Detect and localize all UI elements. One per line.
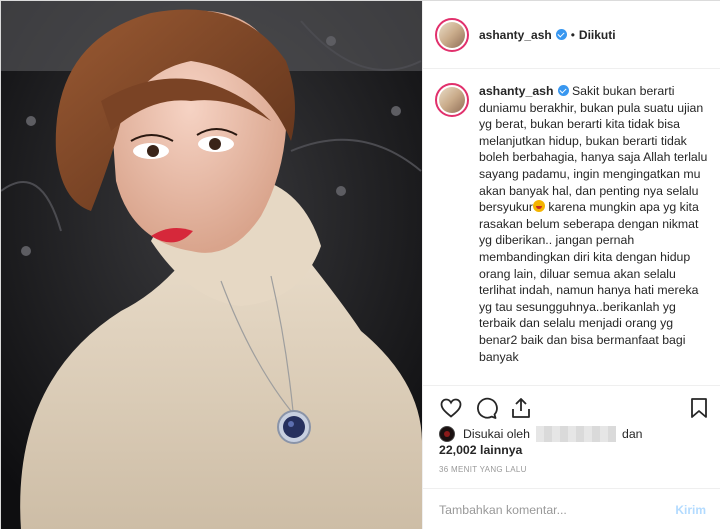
post-sidebar: ashanty_ash • Diikuti ashanty_ash Sakit … — [422, 1, 720, 529]
likes-count[interactable]: 22,002 lainnya — [439, 443, 522, 457]
caption-body-1: Sakit bukan berarti duniamu berakhir, bu… — [479, 84, 708, 215]
post-photo[interactable] — [1, 1, 422, 529]
heart-icon[interactable] — [439, 396, 463, 420]
bookmark-icon[interactable] — [687, 396, 711, 420]
emoji-star-struck-icon — [533, 200, 545, 213]
post-timestamp[interactable]: 36 MENIT YANG LALU — [439, 465, 527, 474]
caption-username[interactable]: ashanty_ash — [479, 84, 554, 98]
caption-area: ashanty_ash Sakit bukan berarti duniamu … — [423, 69, 720, 385]
liker-avatar[interactable] — [439, 426, 455, 442]
liker-name-redacted[interactable] — [536, 426, 616, 442]
caption-text: ashanty_ash Sakit bukan berarti duniamu … — [479, 83, 709, 385]
photo-illustration — [1, 1, 422, 529]
liked-by-prefix: Disukai oleh — [463, 427, 530, 441]
liked-by-conjunction: dan — [622, 427, 643, 441]
verified-icon — [557, 85, 569, 96]
share-icon[interactable] — [509, 396, 533, 420]
header-separator: • — [570, 27, 575, 42]
verified-icon — [555, 29, 567, 40]
author-username[interactable]: ashanty_ash — [479, 28, 552, 42]
follow-status-button[interactable]: Diikuti — [579, 28, 616, 42]
caption-avatar[interactable] — [435, 83, 469, 117]
action-bar — [423, 385, 720, 425]
comment-icon[interactable] — [474, 396, 498, 420]
post-window: ashanty_ash • Diikuti ashanty_ash Sakit … — [0, 0, 720, 529]
caption-body-2: karena mungkin apa yg kita rasakan belum… — [479, 200, 699, 364]
comment-input[interactable] — [439, 502, 676, 517]
comment-box: Kirim — [423, 488, 720, 529]
likes-row: Disukai oleh dan — [439, 425, 709, 443]
post-header: ashanty_ash • Diikuti — [423, 1, 720, 69]
author-avatar[interactable] — [435, 17, 469, 52]
post-comment-button[interactable]: Kirim — [675, 503, 706, 517]
